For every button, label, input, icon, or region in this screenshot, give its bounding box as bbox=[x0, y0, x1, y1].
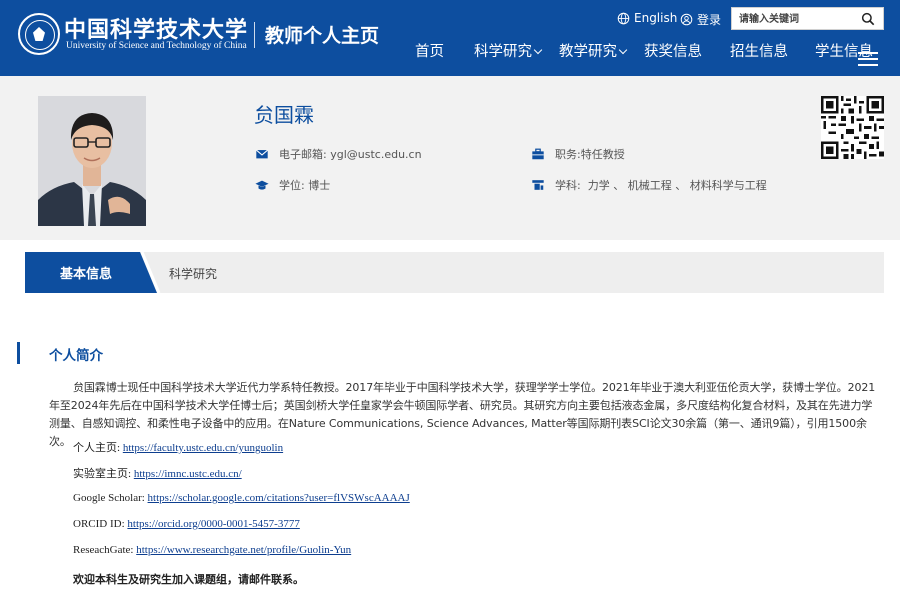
site-header: 中国科学技术大学 University of Science and Techn… bbox=[0, 0, 900, 76]
nav-item-admissions[interactable]: 招生信息 bbox=[730, 40, 788, 61]
briefcase-icon bbox=[532, 148, 544, 160]
degree-value: 博士 bbox=[308, 179, 331, 192]
nav-item-teaching[interactable]: 教学研究 bbox=[559, 40, 628, 61]
position-value: 特任教授 bbox=[580, 148, 625, 161]
language-switch[interactable]: English bbox=[617, 11, 677, 25]
link-label: 个人主页: bbox=[73, 442, 123, 454]
tab-research[interactable]: 科学研究 bbox=[169, 265, 217, 282]
email-label: 电子邮箱: bbox=[279, 148, 327, 161]
section-accent-bar bbox=[17, 342, 20, 364]
tab-divider bbox=[140, 252, 161, 293]
nav-item-awards[interactable]: 获奖信息 bbox=[644, 40, 702, 61]
site-title[interactable]: 教师个人主页 bbox=[265, 21, 379, 48]
discipline-info: 学科: 力学 、 机械工程 、 材料科学与工程 bbox=[531, 177, 767, 193]
link-label: 实验室主页: bbox=[73, 468, 134, 480]
email-info: 电子邮箱: ygl@ustc.edu.cn bbox=[255, 146, 422, 162]
search-box bbox=[731, 7, 884, 30]
researchgate-link-line: ReseachGate: https://www.researchgate.ne… bbox=[73, 544, 351, 556]
user-icon bbox=[680, 13, 693, 26]
lab-homepage-link[interactable]: https://imnc.ustc.edu.cn/ bbox=[134, 468, 242, 480]
email-icon bbox=[255, 149, 269, 159]
orcid-link[interactable]: https://orcid.org/0000-0001-5457-3777 bbox=[127, 518, 299, 530]
link-label: ReseachGate: bbox=[73, 544, 137, 556]
discipline-label: 学科: bbox=[555, 179, 581, 192]
profile-section: 贠国霖 电子邮箱: ygl@ustc.edu.cn 职务: 特任教授 学位: 博… bbox=[0, 76, 900, 240]
email-value[interactable]: ygl@ustc.edu.cn bbox=[330, 148, 421, 161]
teacher-name: 贠国霖 bbox=[254, 103, 314, 127]
globe-icon bbox=[617, 12, 630, 24]
homepage-link[interactable]: https://faculty.ustc.edu.cn/yunguolin bbox=[123, 442, 283, 454]
link-label: Google Scholar: bbox=[73, 492, 148, 504]
chevron-down-icon bbox=[618, 45, 628, 54]
nav-label: 首页 bbox=[415, 44, 444, 60]
login-link[interactable]: 登录 bbox=[697, 11, 721, 28]
degree-label: 学位: bbox=[279, 179, 305, 192]
login-link-group[interactable]: 登录 bbox=[680, 11, 721, 28]
nav-item-home[interactable]: 首页 bbox=[415, 40, 444, 61]
nav-label: 招生信息 bbox=[730, 44, 788, 60]
homepage-link-line: 个人主页: https://faculty.ustc.edu.cn/yunguo… bbox=[73, 439, 283, 455]
search-input[interactable] bbox=[739, 11, 854, 27]
nav-label: 科学研究 bbox=[474, 44, 532, 60]
language-link[interactable]: English bbox=[634, 11, 677, 25]
discipline-icon bbox=[532, 180, 544, 190]
google-scholar-link[interactable]: https://scholar.google.com/citations?use… bbox=[148, 492, 410, 504]
university-emblem-icon[interactable] bbox=[18, 13, 60, 55]
section-title: 个人简介 bbox=[49, 348, 103, 364]
researchgate-link[interactable]: https://www.researchgate.net/profile/Guo… bbox=[136, 544, 351, 556]
university-logo-cn[interactable]: 中国科学技术大学 bbox=[64, 12, 248, 44]
link-label: ORCID ID: bbox=[73, 518, 128, 530]
chevron-down-icon bbox=[533, 45, 543, 54]
degree-info: 学位: 博士 bbox=[255, 177, 330, 193]
logo-divider bbox=[254, 22, 255, 48]
position-label: 职务: bbox=[555, 148, 581, 161]
hamburger-menu-icon[interactable] bbox=[858, 52, 878, 66]
graduation-cap-icon bbox=[255, 180, 269, 190]
welcome-note: 欢迎本科生及研究生加入课题组，请邮件联系。 bbox=[73, 573, 304, 586]
profile-photo bbox=[38, 96, 146, 226]
tab-bar: 基本信息 科学研究 bbox=[25, 252, 884, 293]
position-info: 职务: 特任教授 bbox=[531, 146, 625, 162]
nav-label: 教学研究 bbox=[559, 44, 617, 60]
scholar-link-line: Google Scholar: https://scholar.google.c… bbox=[73, 492, 410, 504]
orcid-link-line: ORCID ID: https://orcid.org/0000-0001-54… bbox=[73, 518, 300, 530]
lab-link-line: 实验室主页: https://imnc.ustc.edu.cn/ bbox=[73, 465, 242, 481]
university-logo-en[interactable]: University of Science and Technology of … bbox=[66, 41, 247, 51]
nav-label: 获奖信息 bbox=[644, 44, 702, 60]
discipline-value: 力学 、 机械工程 、 材料科学与工程 bbox=[587, 179, 767, 192]
nav-item-research[interactable]: 科学研究 bbox=[474, 40, 543, 61]
search-icon[interactable] bbox=[861, 12, 875, 26]
qr-code bbox=[821, 96, 884, 159]
